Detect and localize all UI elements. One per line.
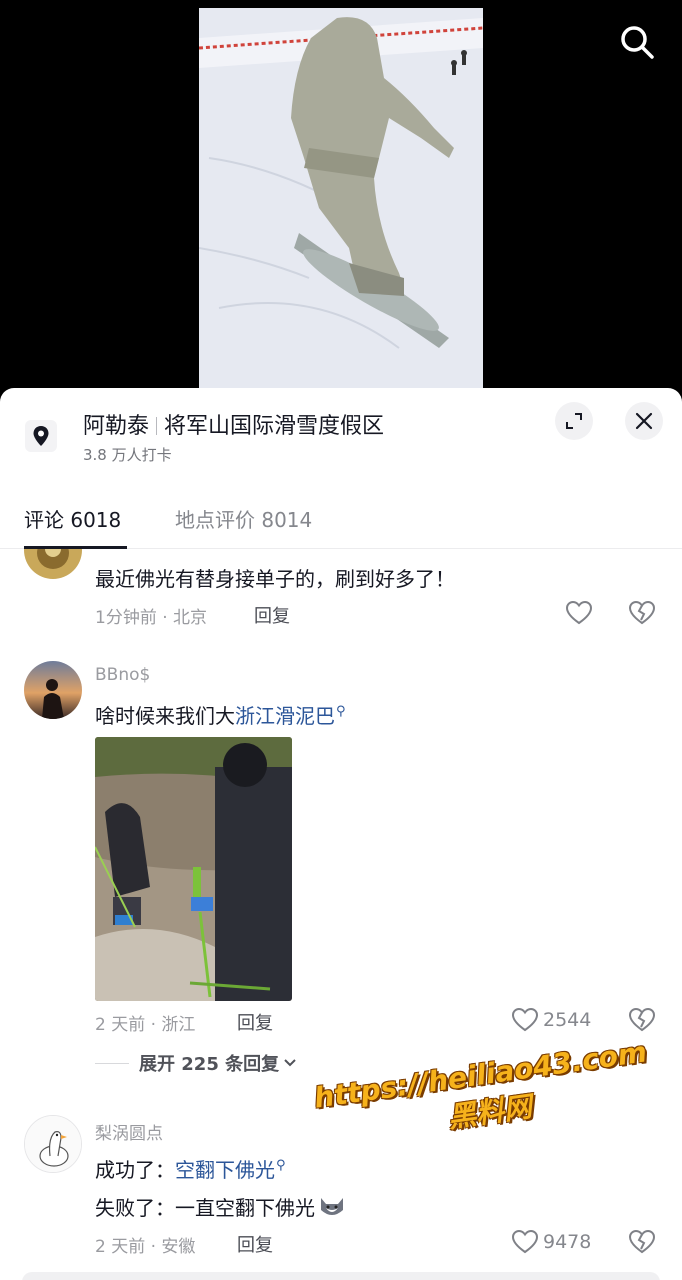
title-separator xyxy=(156,417,158,435)
expand-replies-button[interactable]: 展开 225 条回复 xyxy=(95,1050,297,1076)
like-count: 9478 xyxy=(543,1231,592,1253)
expand-icon xyxy=(566,413,582,429)
video-area[interactable] xyxy=(0,0,682,400)
username[interactable]: BBno$ xyxy=(95,665,150,685)
reply-button[interactable]: 回复 xyxy=(237,1231,273,1257)
expand-divider xyxy=(95,1062,129,1064)
reply-button[interactable]: 回复 xyxy=(237,1009,273,1035)
avatar[interactable] xyxy=(24,549,82,579)
video-frame[interactable] xyxy=(199,8,483,400)
comment-time-location: 2 天前 · 安徽 xyxy=(95,1237,196,1257)
search-link[interactable]: 浙江滑泥巴 xyxy=(235,704,335,728)
comment-time-location: 2 天前 · 浙江 xyxy=(95,1015,196,1035)
tab-reviews[interactable]: 地点评价 8014 xyxy=(175,504,312,533)
comment-image[interactable] xyxy=(95,737,292,1001)
expand-replies-label: 展开 225 条回复 xyxy=(139,1054,280,1075)
close-icon xyxy=(635,412,653,430)
location-name: 阿勒泰 xyxy=(83,414,150,439)
tab-bar: 评论 6018 地点评价 8014 xyxy=(0,496,682,549)
tab-comments[interactable]: 评论 6018 xyxy=(24,504,121,533)
comment-text-line2: 失败了：一直空翻下佛光 xyxy=(95,1192,347,1221)
location-header[interactable]: 阿勒泰 将军山国际滑雪度假区 3.8 万人打卡 xyxy=(0,388,682,480)
search-link[interactable]: 空翻下佛光 xyxy=(175,1158,275,1182)
avatar[interactable] xyxy=(24,1115,82,1173)
close-button[interactable] xyxy=(625,402,663,440)
like-icon xyxy=(511,1229,539,1254)
search-icon[interactable] xyxy=(617,22,657,62)
location-title[interactable]: 阿勒泰 将军山国际滑雪度假区 xyxy=(83,408,384,440)
like-icon xyxy=(511,1007,539,1032)
comment-text: 啥时候来我们大浙江滑泥巴⚲ xyxy=(95,700,346,729)
avatar[interactable] xyxy=(24,661,82,719)
search-small-icon: ⚲ xyxy=(276,1158,286,1173)
checkin-count: 3.8 万人打卡 xyxy=(83,446,172,464)
comment-text-prefix: 啥时候来我们大 xyxy=(95,704,235,728)
like-icon[interactable] xyxy=(565,600,593,626)
expand-button[interactable] xyxy=(555,402,593,440)
snowboarder-video-image xyxy=(199,8,483,400)
avatar-image xyxy=(24,661,82,719)
location-place: 将军山国际滑雪度假区 xyxy=(164,414,385,439)
comment-text: 最近佛光有替身接单子的，刷到好多了！ xyxy=(95,567,455,591)
location-pin-icon xyxy=(25,420,57,452)
like-button[interactable]: 2544 xyxy=(511,1007,591,1033)
like-count: 2544 xyxy=(543,1009,592,1031)
dislike-icon[interactable] xyxy=(628,1007,656,1033)
comment-text-line1: 成功了：空翻下佛光⚲ xyxy=(95,1154,286,1183)
comment-list[interactable]: 最近佛光有替身接单子的，刷到好多了！ 1分钟前 · 北京 回复 BBno$ 啥时… xyxy=(0,549,682,1280)
comment-text-prefix: 成功了： xyxy=(95,1158,175,1182)
reply-button[interactable]: 回复 xyxy=(254,602,290,628)
goose-avatar-image xyxy=(25,1116,81,1172)
avatar-image xyxy=(24,549,82,579)
username[interactable]: 梨涡圆点 xyxy=(95,1119,163,1144)
dislike-icon[interactable] xyxy=(628,600,656,626)
husky-emoji-icon xyxy=(321,1198,343,1215)
ski-slope-photo xyxy=(95,737,292,1001)
comment-time-location: 1分钟前 · 北京 xyxy=(95,608,208,628)
comment-text-line2-text: 失败了：一直空翻下佛光 xyxy=(95,1196,315,1220)
search-small-icon: ⚲ xyxy=(336,704,346,719)
chevron-down-icon xyxy=(284,1059,296,1067)
dislike-icon[interactable] xyxy=(628,1229,656,1255)
comment-input-bar[interactable] xyxy=(22,1272,660,1280)
like-button[interactable]: 9478 xyxy=(511,1229,591,1255)
